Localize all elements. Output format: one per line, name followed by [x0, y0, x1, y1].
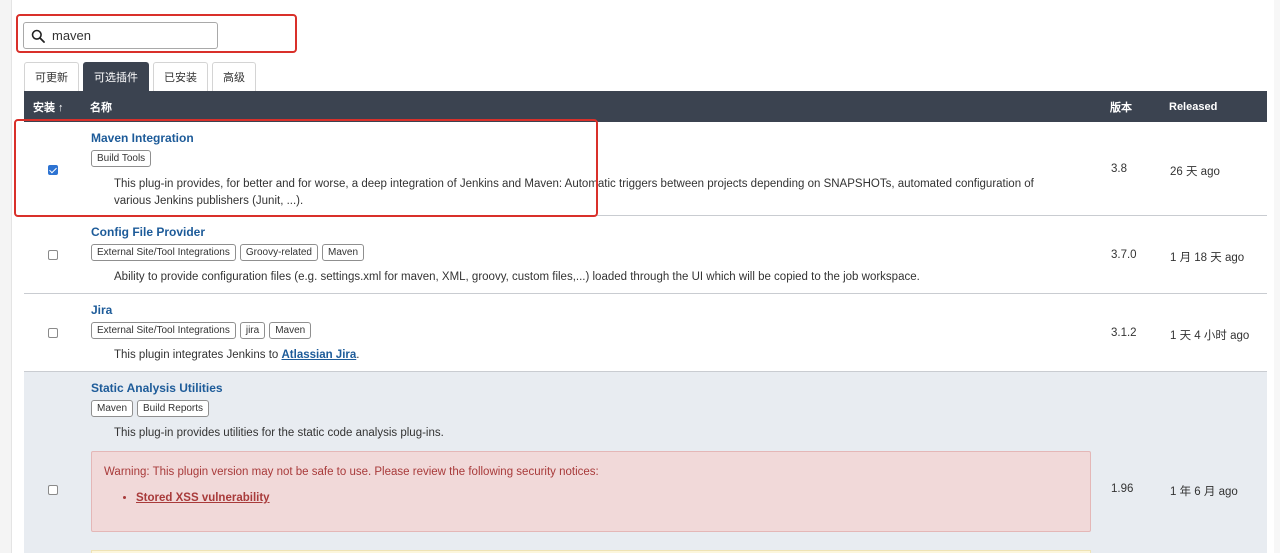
- search-field[interactable]: [23, 22, 218, 49]
- install-checkbox-cell[interactable]: [48, 328, 59, 339]
- search-input[interactable]: [52, 28, 212, 43]
- selection-highlight-frame: [14, 119, 598, 217]
- tag-list: Maven Build Reports: [91, 400, 1091, 417]
- tab-advanced[interactable]: 高级: [212, 62, 256, 91]
- right-scrollbar-track[interactable]: [1274, 0, 1280, 553]
- install-checkbox-cell[interactable]: [48, 485, 59, 496]
- install-checkbox[interactable]: [48, 485, 58, 495]
- plugin-description: Ability to provide configuration files (…: [114, 271, 920, 283]
- atlassian-jira-link[interactable]: Atlassian Jira: [281, 349, 356, 361]
- plugin-info: Jira External Site/Tool Integrations jir…: [91, 303, 359, 364]
- plugin-name-link[interactable]: Config File Provider: [91, 225, 920, 239]
- plugin-version: 3.1.2: [1111, 327, 1137, 339]
- tag[interactable]: External Site/Tool Integrations: [91, 322, 236, 339]
- plugin-info: Config File Provider External Site/Tool …: [91, 225, 920, 286]
- left-gutter: [0, 0, 12, 553]
- plugin-released: 1 天 4 小时 ago: [1170, 330, 1250, 342]
- plugin-released: 1 月 18 天 ago: [1170, 252, 1245, 264]
- security-notice-item: Stored XSS vulnerability: [136, 492, 1078, 504]
- tab-installed[interactable]: 已安装: [153, 62, 208, 91]
- description-text: This plugin integrates Jenkins to: [114, 349, 282, 361]
- search-icon: [24, 23, 52, 48]
- security-warning: Warning: This plugin version may not be …: [91, 451, 1091, 532]
- tag[interactable]: Maven: [322, 244, 365, 261]
- description-text: .: [356, 349, 360, 361]
- plugin-version: 3.7.0: [1111, 249, 1137, 261]
- tag-list: External Site/Tool Integrations jira Mav…: [91, 322, 359, 339]
- plugin-name-link[interactable]: Static Analysis Utilities: [91, 381, 1091, 395]
- install-checkbox-cell[interactable]: [48, 250, 59, 261]
- plugin-description: This plugin integrates Jenkins to Atlass…: [91, 347, 359, 364]
- tag[interactable]: Maven: [269, 322, 312, 339]
- table-row: Config File Provider External Site/Tool …: [24, 216, 1267, 294]
- plugin-version: 1.96: [1111, 483, 1134, 495]
- column-header-name[interactable]: 名称: [90, 99, 1110, 115]
- tag[interactable]: Groovy-related: [239, 244, 318, 261]
- install-checkbox[interactable]: [48, 328, 58, 338]
- column-header-version[interactable]: 版本: [1110, 99, 1169, 115]
- stored-xss-link[interactable]: Stored XSS vulnerability: [136, 492, 270, 504]
- plugin-name-link[interactable]: Jira: [91, 303, 359, 317]
- table-header: 安装 ↑ 名称 版本 Released: [24, 91, 1267, 122]
- warning-text: Warning: This plugin version may not be …: [104, 466, 599, 478]
- plugin-description: This plug-in provides utilities for the …: [114, 427, 444, 439]
- tab-available[interactable]: 可选插件: [83, 62, 149, 91]
- plugin-released: 1 年 6 月 ago: [1170, 486, 1238, 498]
- tag[interactable]: jira: [239, 322, 266, 339]
- column-header-install[interactable]: 安装 ↑: [24, 99, 90, 115]
- tag[interactable]: External Site/Tool Integrations: [91, 244, 236, 261]
- plugin-version: 3.8: [1111, 163, 1127, 175]
- plugin-info: Static Analysis Utilities Maven Build Re…: [91, 381, 1091, 553]
- column-header-released[interactable]: Released: [1169, 101, 1267, 113]
- security-notice-list: Stored XSS vulnerability: [136, 492, 1078, 504]
- tab-updates[interactable]: 可更新: [24, 62, 79, 91]
- tag[interactable]: Build Reports: [137, 400, 210, 417]
- tag-list: External Site/Tool Integrations Groovy-r…: [91, 244, 920, 261]
- tag[interactable]: Maven: [91, 400, 134, 417]
- install-checkbox[interactable]: [48, 250, 58, 260]
- plugin-released: 26 天 ago: [1170, 166, 1220, 178]
- table-row: Static Analysis Utilities Maven Build Re…: [24, 372, 1267, 553]
- tab-bar: 可更新 可选插件 已安装 高级: [24, 62, 260, 91]
- table-row: Jira External Site/Tool Integrations jir…: [24, 294, 1267, 372]
